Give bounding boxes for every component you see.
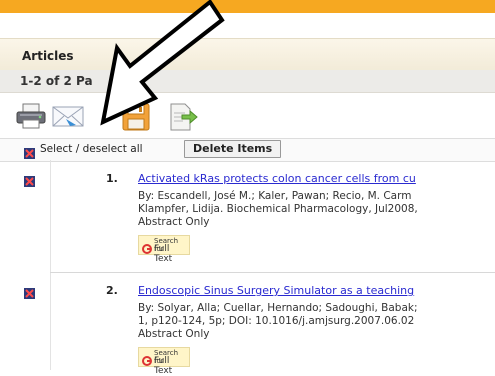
email-icon[interactable]: [52, 103, 86, 133]
article-title-link[interactable]: Activated kRas protects colon cancer cel…: [138, 172, 416, 185]
article-source: Klampfer, Lidija. Biochemical Pharmacolo…: [138, 203, 418, 215]
full-text-label: Full Text: [154, 244, 173, 264]
article-availability: Abstract Only: [138, 328, 210, 340]
results-count-bar: 1-2 of 2 Pa: [0, 70, 495, 93]
item-number: 2.: [106, 284, 118, 297]
article-source: 1, p120-124, 5p; DOI: 10.1016/j.amjsurg.…: [138, 315, 415, 327]
search-full-text-button[interactable]: Search for Full Text: [138, 235, 190, 264]
select-all-toggle-icon[interactable]: [24, 144, 35, 159]
article-authors: By: Solyar, Alla; Cuellar, Hernando; Sad…: [138, 302, 418, 314]
article-authors: By: Escandell, José M.; Kaler, Pawan; Re…: [138, 190, 412, 202]
top-accent-bar: [0, 0, 495, 13]
select-deselect-all-link[interactable]: Select / deselect all: [40, 143, 143, 155]
item-divider: [50, 272, 495, 273]
full-text-logo-icon: [142, 239, 152, 254]
full-text-label: Full Text: [154, 356, 173, 376]
article-availability: Abstract Only: [138, 216, 210, 228]
delete-items-button[interactable]: Delete Items: [184, 140, 282, 158]
item-number: 1.: [106, 172, 118, 185]
printer-icon[interactable]: [16, 103, 46, 133]
delete-item-icon[interactable]: [24, 172, 35, 187]
column-divider: [50, 160, 51, 370]
save-icon[interactable]: [122, 103, 150, 135]
section-title: Articles: [22, 49, 74, 63]
delete-item-icon[interactable]: [24, 284, 35, 299]
article-title-link[interactable]: Endoscopic Sinus Surgery Simulator as a …: [138, 284, 414, 297]
articles-header: Articles: [0, 38, 495, 72]
full-text-logo-icon: [142, 351, 152, 366]
results-count: 1-2 of 2 Pa: [20, 74, 93, 88]
selection-bar: Select / deselect all Delete Items: [0, 138, 495, 162]
export-icon[interactable]: [168, 103, 198, 135]
search-full-text-button[interactable]: Search for Full Text: [138, 347, 190, 376]
